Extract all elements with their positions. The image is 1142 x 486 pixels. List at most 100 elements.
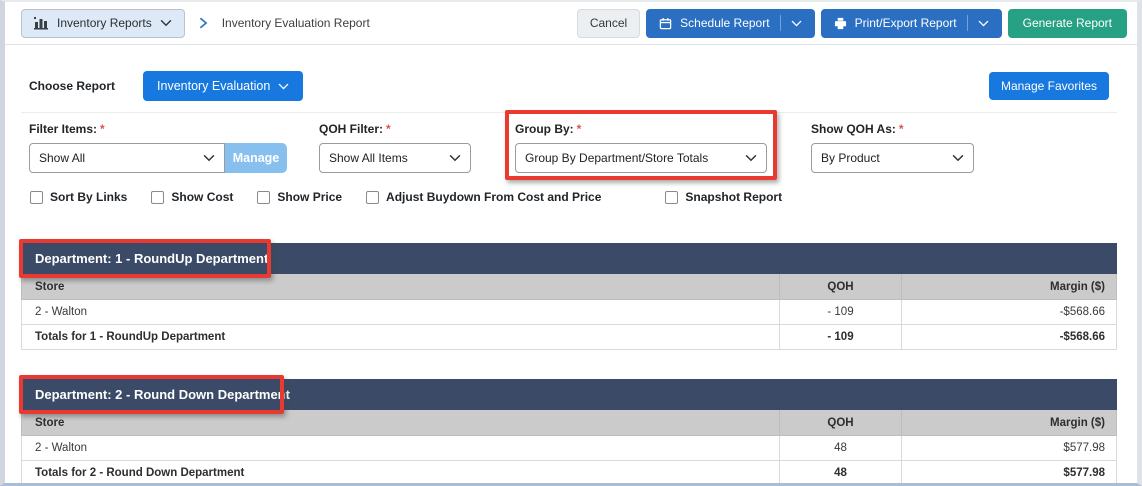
adjust-buydown-checkbox[interactable]: Adjust Buydown From Cost and Price [366,190,601,204]
filter-items-label: Filter Items:* [29,122,287,136]
section-divider [21,112,1117,113]
manage-favorites-label: Manage Favorites [1001,79,1097,93]
filters-row: Filter Items:* Show All Manage QOH Filte… [21,122,1117,173]
column-header-margin: Margin ($) [901,274,1116,299]
top-bar-actions: Cancel Schedule Report Print/Export Repo… [577,9,1127,38]
department-1-banner: Department: 1 - RoundUp Department [21,243,1117,274]
margin-cell: -$568.66 [901,300,1116,324]
column-header-store: Store [22,410,779,435]
choose-report-row: Choose Report Inventory Evaluation Manag… [21,71,1117,101]
show-cost-checkbox[interactable]: Show Cost [151,190,233,204]
totals-label-cell: Totals for 2 - Round Down Department [22,461,779,485]
qoh-cell: 48 [779,436,901,460]
filter-items-value: Show All [39,151,85,165]
table-totals-row: Totals for 1 - RoundUp Department - 109 … [21,325,1117,350]
group-by-label: Group By:* [515,122,767,136]
department-2-banner-text: Department: 2 - Round Down Department [21,387,290,402]
table-row: 2 - Walton - 109 -$568.66 [21,300,1117,325]
cancel-button[interactable]: Cancel [577,9,640,38]
generate-report-button[interactable]: Generate Report [1008,9,1127,38]
qoh-filter-value: Show All Items [329,151,408,165]
checkbox-icon[interactable] [151,191,164,204]
checkbox-label: Show Price [277,190,342,204]
required-asterisk: * [899,122,904,136]
report-type-dropdown[interactable]: Inventory Evaluation [143,71,303,101]
print-export-report-button[interactable]: Print/Export Report [821,9,1002,38]
schedule-report-label: Schedule Report [680,16,769,30]
table-header-row: Store QOH Margin ($) [21,274,1117,300]
column-header-store: Store [22,274,779,299]
qoh-filter-group: QOH Filter:* Show All Items [319,122,471,173]
report-switcher-label: Inventory Reports [57,16,152,30]
department-1-banner-text: Department: 1 - RoundUp Department [21,251,268,266]
margin-cell: $577.98 [901,436,1116,460]
chevron-down-icon[interactable] [978,20,989,27]
required-asterisk: * [577,122,582,136]
show-qoh-as-group: Show QOH As:* By Product [811,122,974,173]
required-asterisk: * [100,122,105,136]
store-cell: 2 - Walton [22,436,779,460]
column-header-margin: Margin ($) [901,410,1116,435]
snapshot-report-checkbox[interactable]: Snapshot Report [665,190,782,204]
manage-favorites-button[interactable]: Manage Favorites [989,72,1109,100]
chevron-down-icon [449,154,461,162]
checkbox-label: Adjust Buydown From Cost and Price [386,190,601,204]
print-export-report-label: Print/Export Report [855,16,957,30]
chevron-down-icon [160,19,172,27]
totals-margin-cell: $577.98 [901,461,1116,485]
checkbox-label: Show Cost [171,190,233,204]
table-totals-row: Totals for 2 - Round Down Department 48 … [21,461,1117,486]
inventory-reports-dropdown[interactable]: Inventory Reports [21,9,185,38]
checkbox-icon[interactable] [665,191,678,204]
report-builder-panel: Choose Report Inventory Evaluation Manag… [5,45,1137,486]
breadcrumb: Inventory Evaluation Report [222,16,370,30]
report-type-value: Inventory Evaluation [157,79,270,93]
chevron-down-icon [278,83,289,90]
table-row: 2 - Walton 48 $577.98 [21,436,1117,461]
checkbox-label: Snapshot Report [685,190,782,204]
button-divider [967,15,968,31]
calendar-icon [659,17,672,30]
department-1-section: Department: 1 - RoundUp Department Store… [21,243,1117,350]
required-asterisk: * [386,122,391,136]
group-by-value: Group By Department/Store Totals [525,151,708,165]
qoh-filter-select[interactable]: Show All Items [319,143,471,173]
manage-filters-button[interactable]: Manage [225,143,287,173]
store-cell: 2 - Walton [22,300,779,324]
totals-label-cell: Totals for 1 - RoundUp Department [22,325,779,349]
chevron-down-icon[interactable] [791,20,802,27]
cancel-label: Cancel [590,16,627,30]
totals-margin-cell: -$568.66 [901,325,1116,349]
button-divider [780,15,781,31]
top-bar-left: Inventory Reports Inventory Evaluation R… [21,9,370,38]
checkbox-icon[interactable] [257,191,270,204]
group-by-select[interactable]: Group By Department/Store Totals [515,143,767,173]
options-checkbox-row: Sort By Links Show Cost Show Price Adjus… [21,190,1117,204]
qoh-cell: - 109 [779,300,901,324]
generate-report-label: Generate Report [1023,16,1112,30]
bar-chart-icon [34,17,49,30]
sort-by-links-checkbox[interactable]: Sort By Links [30,190,127,204]
qoh-filter-label: QOH Filter:* [319,122,471,136]
manage-filters-label: Manage [233,151,280,165]
top-bar: Inventory Reports Inventory Evaluation R… [5,2,1137,45]
table-header-row: Store QOH Margin ($) [21,410,1117,436]
show-price-checkbox[interactable]: Show Price [257,190,342,204]
choose-report-label: Choose Report [29,79,115,93]
department-2-section: Department: 2 - Round Down Department St… [21,379,1117,486]
breadcrumb-chevron-icon [199,17,208,29]
show-qoh-as-label: Show QOH As:* [811,122,974,136]
chevron-down-icon [203,154,215,162]
filter-items-select[interactable]: Show All [29,143,225,173]
app-window: Inventory Reports Inventory Evaluation R… [0,0,1142,486]
checkbox-icon[interactable] [366,191,379,204]
checkbox-icon[interactable] [30,191,43,204]
chevron-down-icon [745,154,757,162]
schedule-report-button[interactable]: Schedule Report [646,9,814,38]
column-header-qoh: QOH [779,410,901,435]
show-qoh-as-select[interactable]: By Product [811,143,974,173]
department-2-banner: Department: 2 - Round Down Department [21,379,1117,410]
checkbox-label: Sort By Links [50,190,127,204]
printer-icon [834,17,847,30]
chevron-down-icon [952,154,964,162]
